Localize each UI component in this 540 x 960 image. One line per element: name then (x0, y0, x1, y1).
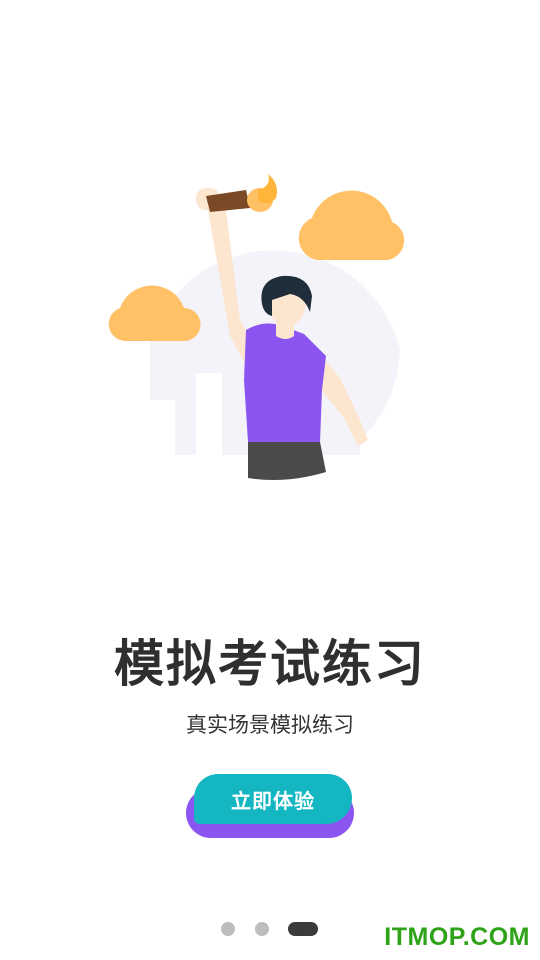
try-now-button-group[interactable]: 立即体验 (186, 772, 356, 840)
background-building (196, 373, 222, 463)
try-now-button[interactable]: 立即体验 (194, 774, 352, 824)
page-subtitle: 真实场景模拟练习 (186, 713, 354, 737)
page-title: 模拟考试练习 (114, 635, 426, 693)
cloud-right-icon (298, 190, 405, 260)
page-dot-1[interactable] (221, 922, 235, 936)
person-raising-torch-illustration (108, 174, 405, 480)
watermark-logo: ITMOP.COM (384, 923, 530, 951)
page-dot-2[interactable] (255, 922, 269, 936)
shorts (248, 442, 326, 480)
page-dot-3-active[interactable] (288, 922, 318, 936)
